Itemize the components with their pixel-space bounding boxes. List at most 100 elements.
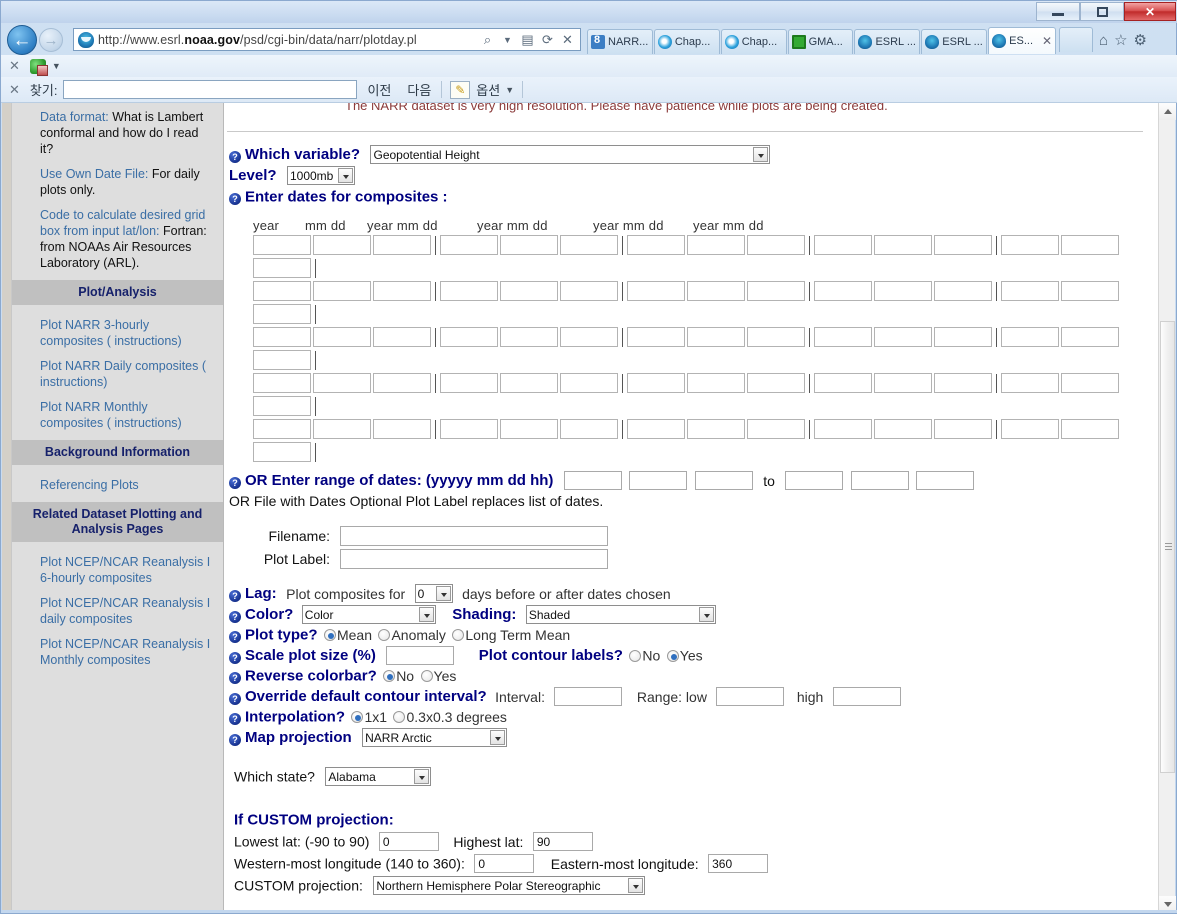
date-field-input[interactable] [874, 235, 932, 255]
help-icon[interactable]: ? [229, 193, 241, 205]
search-icon[interactable]: ⌕ [478, 30, 497, 49]
date-field-input[interactable] [627, 373, 685, 393]
help-icon[interactable]: ? [229, 589, 241, 602]
help-icon[interactable]: ? [229, 150, 241, 163]
date-field-input[interactable] [874, 373, 932, 393]
date-field-input[interactable] [253, 304, 311, 324]
date-field-input[interactable] [627, 419, 685, 439]
date-field-input[interactable] [253, 350, 311, 370]
scale-input[interactable] [386, 646, 455, 665]
date-field-input[interactable] [747, 281, 805, 301]
date-field-input[interactable] [560, 281, 618, 301]
date-field-input[interactable] [687, 327, 745, 347]
help-icon[interactable]: ? [229, 631, 241, 643]
date-field-input[interactable] [1001, 281, 1059, 301]
sidebar-item-ncep-6hourly[interactable]: Plot NCEP/NCAR Reanalysis I 6-hourly com… [22, 554, 213, 586]
date-field-input[interactable] [934, 281, 992, 301]
maximize-button[interactable] [1080, 2, 1124, 21]
date-field-input[interactable] [1001, 373, 1059, 393]
west-longitude-input[interactable] [474, 854, 535, 873]
highlight-icon[interactable]: ✎ [450, 80, 471, 99]
date-field-input[interactable] [253, 281, 311, 301]
shading-select[interactable]: Shaded [525, 605, 716, 624]
interpolation-radio-1x1[interactable] [351, 711, 364, 723]
date-field-input[interactable] [814, 235, 872, 255]
date-field-input[interactable] [1061, 281, 1119, 301]
scrollbar-thumb[interactable] [1160, 321, 1175, 773]
tab-esrl-active[interactable]: ES... ✕ [988, 27, 1057, 54]
date-field-input[interactable] [627, 281, 685, 301]
back-button[interactable]: ← [7, 25, 37, 55]
interpolation-radio-03x03[interactable] [393, 711, 406, 723]
date-field-input[interactable] [373, 327, 431, 347]
forward-button[interactable]: → [39, 28, 63, 52]
date-field-input[interactable] [1061, 373, 1119, 393]
tab-narr[interactable]: NARR... [587, 29, 653, 54]
refresh-icon[interactable]: ⟳ [538, 30, 557, 49]
range-end-day-input[interactable] [916, 471, 975, 490]
gear-icon[interactable]: ⚙ [1134, 31, 1147, 49]
date-field-input[interactable] [253, 258, 311, 278]
new-tab-button[interactable] [1059, 27, 1093, 52]
reverse-colorbar-radio-no[interactable] [383, 670, 396, 682]
help-icon[interactable]: ? [229, 651, 241, 664]
find-options-button[interactable]: 옵션 [476, 80, 500, 99]
sidebar-item-referencing-plots[interactable]: Referencing Plots [22, 477, 213, 493]
stop-icon[interactable]: ✕ [558, 30, 577, 49]
date-field-input[interactable] [874, 281, 932, 301]
date-field-input[interactable] [373, 373, 431, 393]
sidebar-link[interactable]: Use Own Date File: [40, 167, 148, 181]
range-start-day-input[interactable] [694, 471, 753, 490]
addon-icon[interactable] [29, 58, 48, 76]
date-field-input[interactable] [814, 419, 872, 439]
date-field-input[interactable] [440, 281, 498, 301]
chevron-down-icon[interactable]: ▼ [52, 61, 61, 71]
date-field-input[interactable] [313, 281, 371, 301]
date-field-input[interactable] [373, 235, 431, 255]
date-field-input[interactable] [440, 419, 498, 439]
sidebar-item-ncep-daily[interactable]: Plot NCEP/NCAR Reanalysis I daily compos… [22, 595, 213, 627]
filename-input[interactable] [340, 526, 609, 546]
date-field-input[interactable] [313, 235, 371, 255]
date-field-input[interactable] [687, 419, 745, 439]
date-field-input[interactable] [500, 235, 558, 255]
tab-chap-2[interactable]: Chap... [720, 29, 787, 54]
date-field-input[interactable] [814, 327, 872, 347]
date-field-input[interactable] [560, 327, 618, 347]
custom-projection-select[interactable]: Northern Hemisphere Polar Stereographic [373, 876, 646, 895]
plot-type-radio-mean[interactable] [323, 629, 336, 641]
lag-select[interactable]: 0 [414, 584, 453, 603]
interval-input[interactable] [554, 687, 623, 706]
date-field-input[interactable] [440, 327, 498, 347]
sidebar-item-use-own-date-file[interactable]: Use Own Date File: For daily plots only. [22, 166, 213, 198]
date-field-input[interactable] [687, 373, 745, 393]
date-field-input[interactable] [627, 327, 685, 347]
tab-esrl-1[interactable]: ESRL ... [854, 29, 921, 54]
which-state-select[interactable]: Alabama [325, 767, 432, 786]
command-bar-close-icon[interactable]: ✕ [9, 58, 20, 74]
help-icon[interactable]: ? [229, 476, 241, 489]
date-field-input[interactable] [313, 419, 371, 439]
date-field-input[interactable] [560, 419, 618, 439]
find-next-button[interactable]: 다음 [407, 80, 431, 99]
map-projection-select[interactable]: NARR Arctic [362, 728, 508, 747]
sidebar-item-plot-narr-3hourly[interactable]: Plot NARR 3-hourly composites ( instruct… [22, 317, 213, 349]
date-field-input[interactable] [1061, 419, 1119, 439]
plot-type-radio-ltm[interactable] [452, 629, 465, 641]
sidebar-item-code-latlon[interactable]: Code to calculate desired grid box from … [22, 207, 213, 271]
help-icon[interactable]: ? [229, 672, 241, 684]
date-field-input[interactable] [253, 419, 311, 439]
date-field-input[interactable] [747, 419, 805, 439]
tab-close-icon[interactable]: ✕ [1040, 34, 1052, 48]
date-field-input[interactable] [500, 281, 558, 301]
help-icon[interactable]: ? [229, 692, 241, 705]
home-icon[interactable]: ⌂ [1099, 32, 1108, 49]
date-field-input[interactable] [687, 235, 745, 255]
date-field-input[interactable] [560, 235, 618, 255]
help-icon[interactable]: ? [229, 733, 241, 746]
date-field-input[interactable] [934, 419, 992, 439]
date-field-input[interactable] [1001, 419, 1059, 439]
sidebar-item-data-format[interactable]: Data format: What is Lambert conformal a… [22, 109, 213, 157]
chevron-down-icon[interactable]: ▼ [505, 85, 514, 95]
help-icon[interactable]: ? [229, 713, 241, 725]
